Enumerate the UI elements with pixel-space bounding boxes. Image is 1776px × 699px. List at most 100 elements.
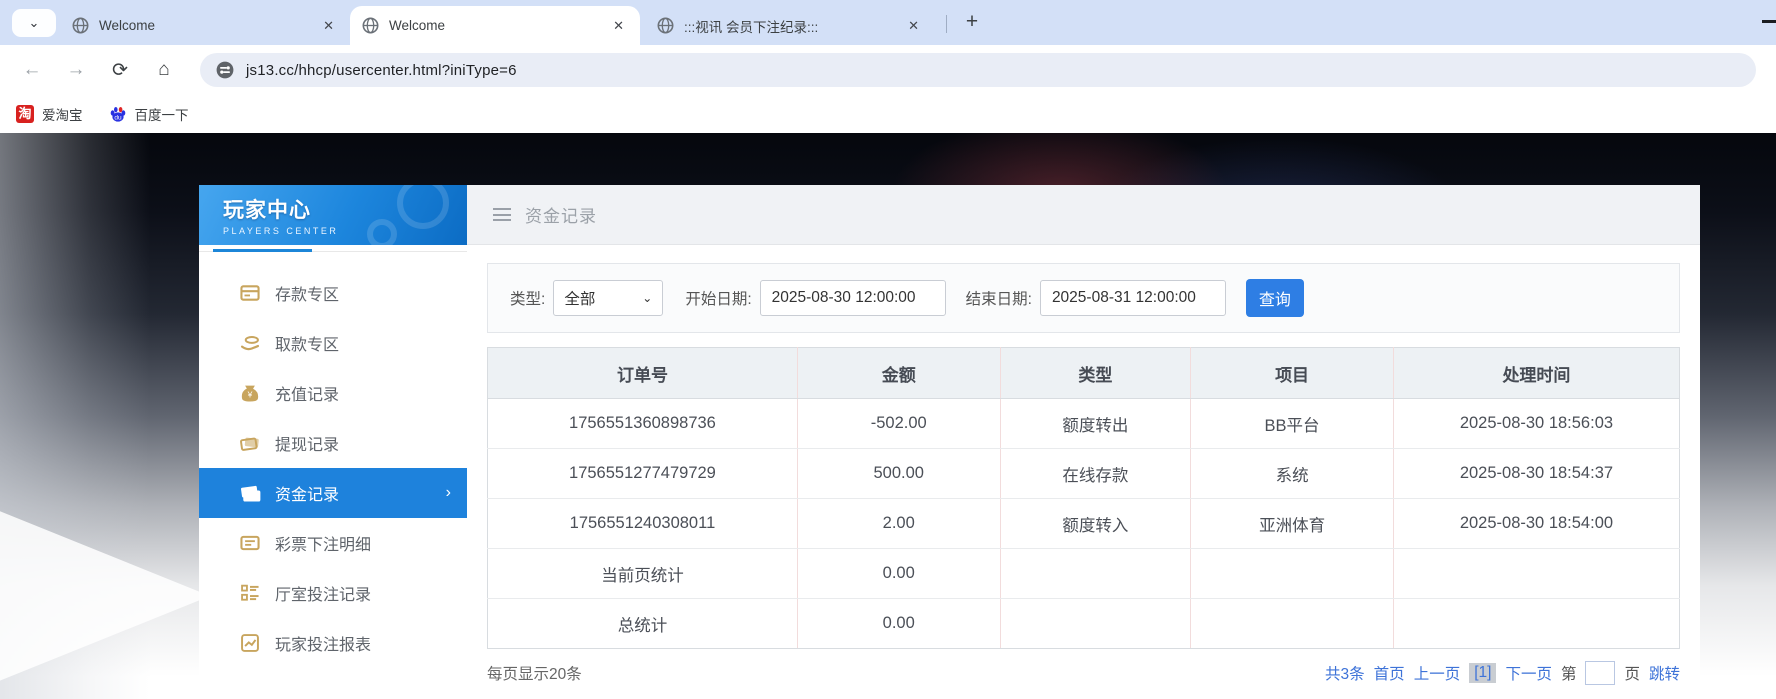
sidebar-item-label: 提现记录 bbox=[275, 431, 339, 455]
new-tab-button[interactable]: + bbox=[958, 8, 986, 36]
column-header: 类型 bbox=[1000, 348, 1191, 399]
jump-label-pre: 第 bbox=[1561, 662, 1577, 684]
withdraw-hand-icon bbox=[239, 332, 261, 354]
taobao-icon: 淘 bbox=[16, 105, 34, 123]
table-cell: 500.00 bbox=[797, 449, 1000, 499]
table-cell: 2.00 bbox=[797, 499, 1000, 549]
browser-tab[interactable]: Welcome✕ bbox=[350, 6, 640, 45]
table-cell bbox=[1191, 599, 1394, 649]
sidebar-item-3[interactable]: ¥充值记录› bbox=[199, 368, 467, 418]
next-page-link[interactable]: 下一页 bbox=[1505, 662, 1552, 684]
address-bar[interactable]: js13.cc/hhcp/usercenter.html?iniType=6 bbox=[200, 53, 1756, 87]
back-icon[interactable]: ← bbox=[18, 56, 46, 84]
jump-button[interactable]: 跳转 bbox=[1649, 662, 1680, 684]
table-row: 17565512403080112.00额度转入亚洲体育2025-08-30 1… bbox=[488, 499, 1680, 549]
tab-close-icon[interactable]: ✕ bbox=[904, 16, 923, 36]
column-header: 订单号 bbox=[488, 348, 798, 399]
first-page-link[interactable]: 首页 bbox=[1374, 662, 1405, 684]
tab-title: :::视讯 会员下注纪录::: bbox=[684, 16, 904, 36]
sidebar-item-label: 充值记录 bbox=[275, 381, 339, 405]
table-row: 1756551277479729500.00在线存款系统2025-08-30 1… bbox=[488, 449, 1680, 499]
end-date-input[interactable]: 2025-08-31 12:00:00 bbox=[1040, 280, 1226, 316]
list-grid-icon bbox=[239, 582, 261, 604]
end-date-label: 结束日期: bbox=[966, 287, 1032, 309]
bookmark-item[interactable]: 淘爱淘宝 bbox=[16, 104, 83, 124]
sidebar-item-8[interactable]: 玩家投注报表› bbox=[199, 618, 467, 668]
table-cell bbox=[1393, 599, 1679, 649]
prev-page-link[interactable]: 上一页 bbox=[1414, 662, 1461, 684]
table-row: 1756551360898736-502.00额度转出BB平台2025-08-3… bbox=[488, 399, 1680, 449]
table-row: 当前页统计0.00 bbox=[488, 549, 1680, 599]
globe-icon bbox=[72, 17, 89, 34]
table-cell: 2025-08-30 18:56:03 bbox=[1393, 399, 1679, 449]
window-minimize-button[interactable] bbox=[1762, 20, 1776, 23]
table-cell bbox=[1000, 599, 1191, 649]
browser-tab[interactable]: Welcome✕ bbox=[60, 6, 350, 45]
site-settings-icon[interactable] bbox=[216, 61, 234, 79]
baidu-paw-icon: du bbox=[109, 105, 127, 123]
start-date-label: 开始日期: bbox=[685, 287, 751, 309]
section-active-underline bbox=[213, 249, 312, 252]
sidebar-banner: 玩家中心 PLAYERS CENTER bbox=[199, 185, 467, 245]
sidebar-item-6[interactable]: 彩票下注明细› bbox=[199, 518, 467, 568]
main-panel: 资金记录 类型: 全部 ⌄ 开始日期: 2025-08-30 12:00:00 … bbox=[467, 185, 1700, 699]
table-cell: -502.00 bbox=[797, 399, 1000, 449]
pagination-bar: 每页显示20条 共3条 首页 上一页 [1] 下一页 第 页 跳转 bbox=[487, 661, 1680, 685]
search-button[interactable]: 查询 bbox=[1246, 279, 1304, 317]
table-cell: 当前页统计 bbox=[488, 549, 798, 599]
sidebar-item-label: 存款专区 bbox=[275, 281, 339, 305]
bookmarks-bar: 淘爱淘宝 du百度一下 bbox=[0, 95, 1776, 133]
table-row: 总统计0.00 bbox=[488, 599, 1680, 649]
table-cell: 在线存款 bbox=[1000, 449, 1191, 499]
tab-search-button[interactable]: ⌄ bbox=[12, 9, 56, 37]
table-cell: 0.00 bbox=[797, 599, 1000, 649]
table-cell bbox=[1000, 549, 1191, 599]
moneybag-icon: ¥ bbox=[239, 382, 261, 404]
browser-tab[interactable]: :::视讯 会员下注纪录:::✕ bbox=[645, 6, 935, 45]
sidebar-item-7[interactable]: 厅室投注记录› bbox=[199, 568, 467, 618]
sidebar-item-4[interactable]: 提现记录› bbox=[199, 418, 467, 468]
report-chart-icon bbox=[239, 632, 261, 654]
sidebar-item-label: 玩家投注报表 bbox=[275, 631, 371, 655]
table-cell bbox=[1393, 549, 1679, 599]
table-cell: 1756551360898736 bbox=[488, 399, 798, 449]
sidebar-item-label: 资金记录 bbox=[275, 481, 339, 505]
bookmark-item[interactable]: du百度一下 bbox=[109, 104, 189, 124]
current-page-badge: [1] bbox=[1469, 663, 1496, 683]
section-divider bbox=[199, 249, 467, 252]
forward-icon[interactable]: → bbox=[62, 56, 90, 84]
sidebar-item-5[interactable]: 资金记录› bbox=[199, 468, 467, 518]
tab-close-icon[interactable]: ✕ bbox=[319, 16, 338, 36]
globe-favicon-icon bbox=[657, 17, 674, 34]
sidebar-item-1[interactable]: 存款专区› bbox=[199, 268, 467, 318]
funds-records-table: 订单号金额类型项目处理时间 1756551360898736-502.00额度转… bbox=[487, 347, 1680, 649]
table-cell: 1756551277479729 bbox=[488, 449, 798, 499]
start-date-input[interactable]: 2025-08-30 12:00:00 bbox=[760, 280, 946, 316]
withdraw-hand-icon bbox=[239, 332, 261, 354]
ticket-list-icon bbox=[239, 532, 261, 554]
svg-text:¥: ¥ bbox=[247, 390, 253, 400]
hamburger-icon bbox=[493, 205, 511, 225]
table-cell: 1756551240308011 bbox=[488, 499, 798, 549]
url-text[interactable]: js13.cc/hhcp/usercenter.html?iniType=6 bbox=[246, 62, 517, 79]
svg-text:du: du bbox=[114, 115, 122, 122]
type-select[interactable]: 全部 ⌄ bbox=[553, 280, 663, 316]
sidebar-item-2[interactable]: 取款专区› bbox=[199, 318, 467, 368]
banknotes-icon bbox=[239, 482, 261, 504]
table-cell: BB平台 bbox=[1191, 399, 1394, 449]
globe-icon bbox=[657, 17, 674, 34]
content-header: 资金记录 bbox=[467, 185, 1700, 245]
table-cell: 额度转出 bbox=[1000, 399, 1191, 449]
type-label: 类型: bbox=[510, 287, 545, 309]
moneybag-icon: ¥ bbox=[239, 382, 261, 404]
tab-close-icon[interactable]: ✕ bbox=[609, 16, 628, 36]
home-icon[interactable]: ⌂ bbox=[150, 56, 178, 84]
table-cell: 亚洲体育 bbox=[1191, 499, 1394, 549]
jump-page-input[interactable] bbox=[1585, 661, 1615, 685]
ticket-list-icon bbox=[239, 532, 261, 554]
banknotes-icon bbox=[239, 482, 261, 504]
wallet-cards-icon bbox=[239, 432, 261, 454]
table-cell: 系统 bbox=[1191, 449, 1394, 499]
sidebar-item-label: 厅室投注记录 bbox=[275, 581, 371, 605]
reload-icon[interactable]: ⟳ bbox=[106, 56, 134, 84]
